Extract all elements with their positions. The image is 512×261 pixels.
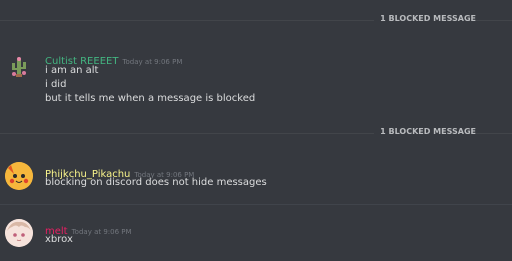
blocked-message-label[interactable]: 1 BLOCKED MESSAGE — [374, 14, 476, 23]
blocked-message-divider[interactable]: 1 BLOCKED MESSAGE — [0, 126, 512, 140]
cactus-icon — [12, 57, 26, 77]
anime-girl-avatar[interactable] — [5, 219, 33, 247]
message-text: i did — [45, 79, 67, 90]
blocked-message-divider[interactable]: 1 BLOCKED MESSAGE — [0, 13, 512, 27]
message-text: blocking on discord does not hide messag… — [45, 177, 267, 188]
message-timestamp: Today at 9:06 PM — [71, 228, 132, 236]
message-text: xbrox — [45, 234, 73, 245]
pikachu-avatar[interactable] — [5, 162, 33, 190]
pikachu-icon — [5, 162, 33, 190]
blocked-message-label[interactable]: 1 BLOCKED MESSAGE — [374, 127, 476, 136]
message-text: i am an alt — [45, 65, 99, 76]
message-text: but it tells me when a message is blocke… — [45, 93, 256, 104]
anime-girl-icon — [5, 219, 33, 247]
message-group-separator — [0, 204, 512, 205]
cactus-avatar[interactable] — [5, 54, 33, 82]
message-timestamp: Today at 9:06 PM — [122, 58, 183, 66]
